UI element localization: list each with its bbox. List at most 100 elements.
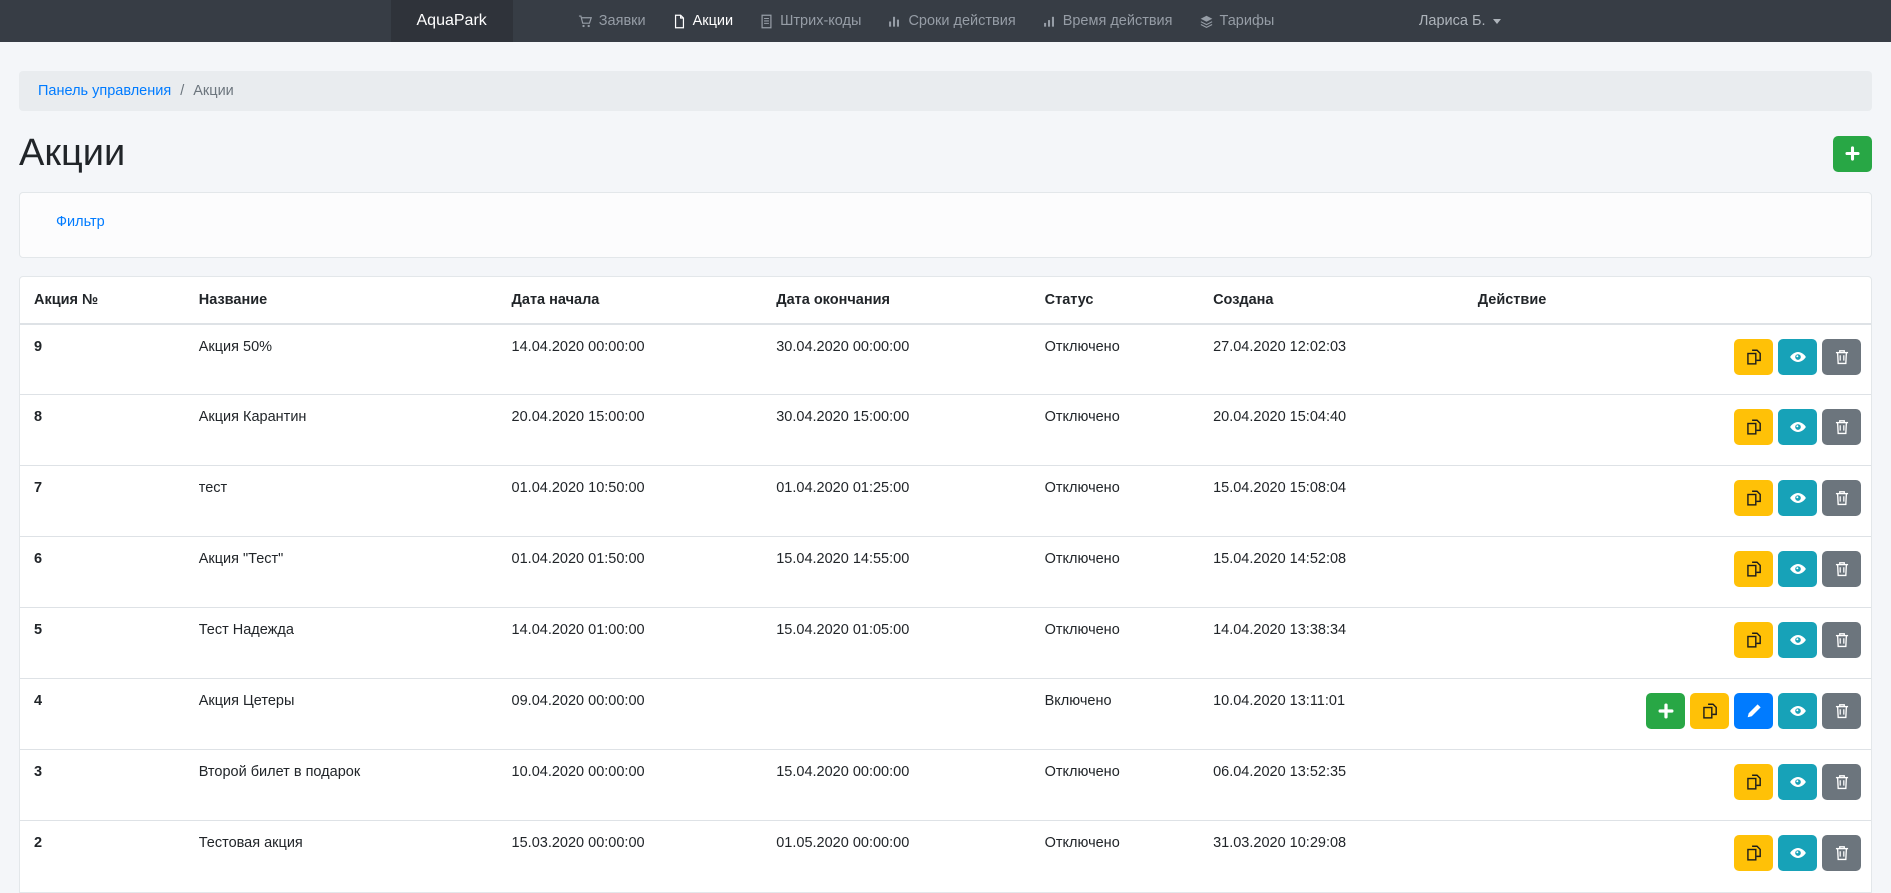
eye-icon: [1789, 702, 1807, 720]
copy-icon: [1745, 489, 1763, 507]
column-header: Название: [185, 277, 498, 324]
copy-button[interactable]: [1734, 339, 1773, 375]
edit-button[interactable]: [1734, 693, 1773, 729]
cell-number: 3: [20, 750, 185, 821]
cell-number: 4: [20, 679, 185, 750]
nav-item-label: Время действия: [1063, 13, 1173, 29]
copy-button[interactable]: [1734, 551, 1773, 587]
copy-button[interactable]: [1734, 622, 1773, 658]
copy-icon: [1745, 560, 1763, 578]
cell-number: 9: [20, 324, 185, 395]
cell-status: Отключено: [1031, 537, 1199, 608]
cell-end: 01.05.2020 00:00:00: [762, 821, 1030, 892]
cell-start: 01.04.2020 01:50:00: [498, 537, 763, 608]
top-navbar: AquaPark Заявки Акции Штрих-коды Сроки дейс…: [0, 0, 1891, 42]
delete-button[interactable]: [1822, 693, 1861, 729]
nav-item-vremya-deystviya[interactable]: Время действия: [1029, 0, 1186, 42]
nav-item-label: Сроки действия: [908, 13, 1015, 29]
layers-icon: [1199, 14, 1214, 29]
cell-created: 06.04.2020 13:52:35: [1199, 750, 1464, 821]
table-row: 2Тестовая акция15.03.2020 00:00:0001.05.…: [20, 821, 1871, 892]
cell-start: 14.04.2020 01:00:00: [498, 608, 763, 679]
trash-icon: [1833, 631, 1851, 649]
breadcrumb-link-dashboard[interactable]: Панель управления: [38, 83, 171, 99]
delete-button[interactable]: [1822, 339, 1861, 375]
trash-icon: [1833, 844, 1851, 862]
cell-actions: [1464, 537, 1871, 608]
nav-item-aktsii[interactable]: Акции: [659, 0, 747, 42]
signal-bars-icon: [1042, 14, 1057, 29]
filter-toggle-link[interactable]: Фильтр: [56, 214, 105, 230]
nav-item-label: Заявки: [599, 13, 646, 29]
nav-item-shtrih-kody[interactable]: Штрих-коды: [746, 0, 874, 42]
cell-created: 20.04.2020 15:04:40: [1199, 395, 1464, 466]
cell-name: Второй билет в подарок: [185, 750, 498, 821]
copy-button[interactable]: [1734, 764, 1773, 800]
user-menu[interactable]: Лариса Б.: [1419, 0, 1501, 42]
view-button[interactable]: [1778, 764, 1817, 800]
file-icon: [672, 14, 687, 29]
eye-icon: [1789, 348, 1807, 366]
delete-button[interactable]: [1822, 409, 1861, 445]
plus-icon: [1657, 702, 1675, 720]
pencil-icon: [1745, 702, 1763, 720]
filter-panel: Фильтр: [19, 192, 1872, 258]
add-promotion-button[interactable]: [1833, 136, 1872, 172]
copy-button[interactable]: [1734, 835, 1773, 871]
trash-icon: [1833, 418, 1851, 436]
cell-name: Акция Карантин: [185, 395, 498, 466]
view-button[interactable]: [1778, 409, 1817, 445]
cell-end: [762, 679, 1030, 750]
copy-icon: [1745, 844, 1763, 862]
copy-button[interactable]: [1690, 693, 1729, 729]
cell-start: 01.04.2020 10:50:00: [498, 466, 763, 537]
file-text-icon: [759, 14, 774, 29]
cell-number: 2: [20, 821, 185, 892]
view-button[interactable]: [1778, 693, 1817, 729]
delete-button[interactable]: [1822, 551, 1861, 587]
nav-item-label: Акции: [693, 13, 734, 29]
brand-logo[interactable]: AquaPark: [391, 0, 513, 42]
eye-icon: [1789, 631, 1807, 649]
page-title: Акции: [19, 133, 125, 175]
table-header-row: Акция №НазваниеДата началаДата окончания…: [20, 277, 1871, 324]
copy-button[interactable]: [1734, 480, 1773, 516]
copy-icon: [1745, 631, 1763, 649]
cell-actions: [1464, 821, 1871, 892]
column-header: Статус: [1031, 277, 1199, 324]
cart-icon: [578, 14, 593, 29]
add-button[interactable]: [1646, 693, 1685, 729]
copy-icon: [1745, 348, 1763, 366]
promotions-table: Акция №НазваниеДата началаДата окончания…: [20, 277, 1871, 892]
column-header: Дата окончания: [762, 277, 1030, 324]
nav-item-sroki-deystviya[interactable]: Сроки действия: [874, 0, 1028, 42]
plus-icon: [1844, 145, 1861, 162]
view-button[interactable]: [1778, 480, 1817, 516]
delete-button[interactable]: [1822, 622, 1861, 658]
cell-number: 6: [20, 537, 185, 608]
view-button[interactable]: [1778, 339, 1817, 375]
delete-button[interactable]: [1822, 764, 1861, 800]
breadcrumb-separator: /: [180, 83, 184, 99]
cell-created: 31.03.2020 10:29:08: [1199, 821, 1464, 892]
cell-end: 01.04.2020 01:25:00: [762, 466, 1030, 537]
delete-button[interactable]: [1822, 835, 1861, 871]
view-button[interactable]: [1778, 551, 1817, 587]
table-row: 8Акция Карантин20.04.2020 15:00:0030.04.…: [20, 395, 1871, 466]
cell-created: 10.04.2020 13:11:01: [1199, 679, 1464, 750]
view-button[interactable]: [1778, 622, 1817, 658]
table-row: 9Акция 50%14.04.2020 00:00:0030.04.2020 …: [20, 324, 1871, 395]
copy-button[interactable]: [1734, 409, 1773, 445]
trash-icon: [1833, 702, 1851, 720]
nav-item-label: Штрих-коды: [780, 13, 861, 29]
nav-item-label: Тарифы: [1220, 13, 1275, 29]
cell-actions: [1464, 324, 1871, 395]
delete-button[interactable]: [1822, 480, 1861, 516]
copy-icon: [1745, 418, 1763, 436]
nav-item-tarify[interactable]: Тарифы: [1186, 0, 1288, 42]
trash-icon: [1833, 348, 1851, 366]
nav-item-zayavki[interactable]: Заявки: [565, 0, 659, 42]
column-header: Дата начала: [498, 277, 763, 324]
cell-start: 15.03.2020 00:00:00: [498, 821, 763, 892]
view-button[interactable]: [1778, 835, 1817, 871]
